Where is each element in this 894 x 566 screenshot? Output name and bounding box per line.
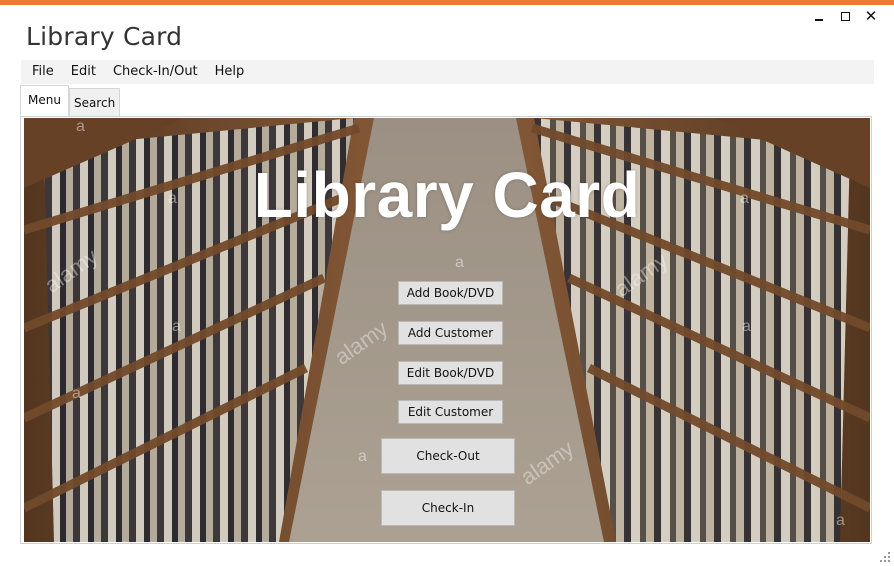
hero-title: Library Card xyxy=(253,159,641,231)
check-in-button[interactable]: Check-In xyxy=(381,490,515,526)
add-book-dvd-button[interactable]: Add Book/DVD xyxy=(398,281,503,305)
maximize-icon xyxy=(840,11,850,21)
tab-menu[interactable]: Menu xyxy=(20,85,69,116)
watermark-mark: a xyxy=(172,318,181,335)
add-customer-button[interactable]: Add Customer xyxy=(398,321,503,345)
close-button[interactable]: ✕ xyxy=(858,7,884,25)
menu-file[interactable]: File xyxy=(21,60,60,84)
watermark-mark: a xyxy=(836,512,845,529)
menu-edit[interactable]: Edit xyxy=(60,60,102,84)
menu-help[interactable]: Help xyxy=(204,60,251,84)
watermark-mark: a xyxy=(740,190,749,207)
window-controls: ✕ xyxy=(806,7,884,25)
menu-check-in-out[interactable]: Check-In/Out xyxy=(102,60,204,84)
close-icon: ✕ xyxy=(864,8,878,25)
minimize-icon xyxy=(815,19,823,21)
edit-customer-button[interactable]: Edit Customer xyxy=(398,400,503,424)
minimize-button[interactable] xyxy=(806,7,832,25)
watermark-mark: a xyxy=(358,448,367,465)
watermark-mark: a xyxy=(168,190,177,207)
tab-search[interactable]: Search xyxy=(68,88,121,117)
check-out-button[interactable]: Check-Out xyxy=(381,438,515,474)
watermark-mark: a xyxy=(455,254,464,271)
watermark-mark: a xyxy=(76,118,85,135)
resize-grip-icon[interactable] xyxy=(880,552,890,562)
menu-bar: File Edit Check-In/Out Help xyxy=(21,60,874,84)
window-title: Library Card xyxy=(26,22,183,51)
edit-book-dvd-button[interactable]: Edit Book/DVD xyxy=(398,361,503,385)
maximize-button[interactable] xyxy=(832,7,858,25)
watermark-mark: a xyxy=(742,318,751,335)
window-accent-bar xyxy=(0,0,894,5)
watermark-mark: a xyxy=(72,385,81,402)
tab-strip: Menu Search xyxy=(20,85,121,117)
